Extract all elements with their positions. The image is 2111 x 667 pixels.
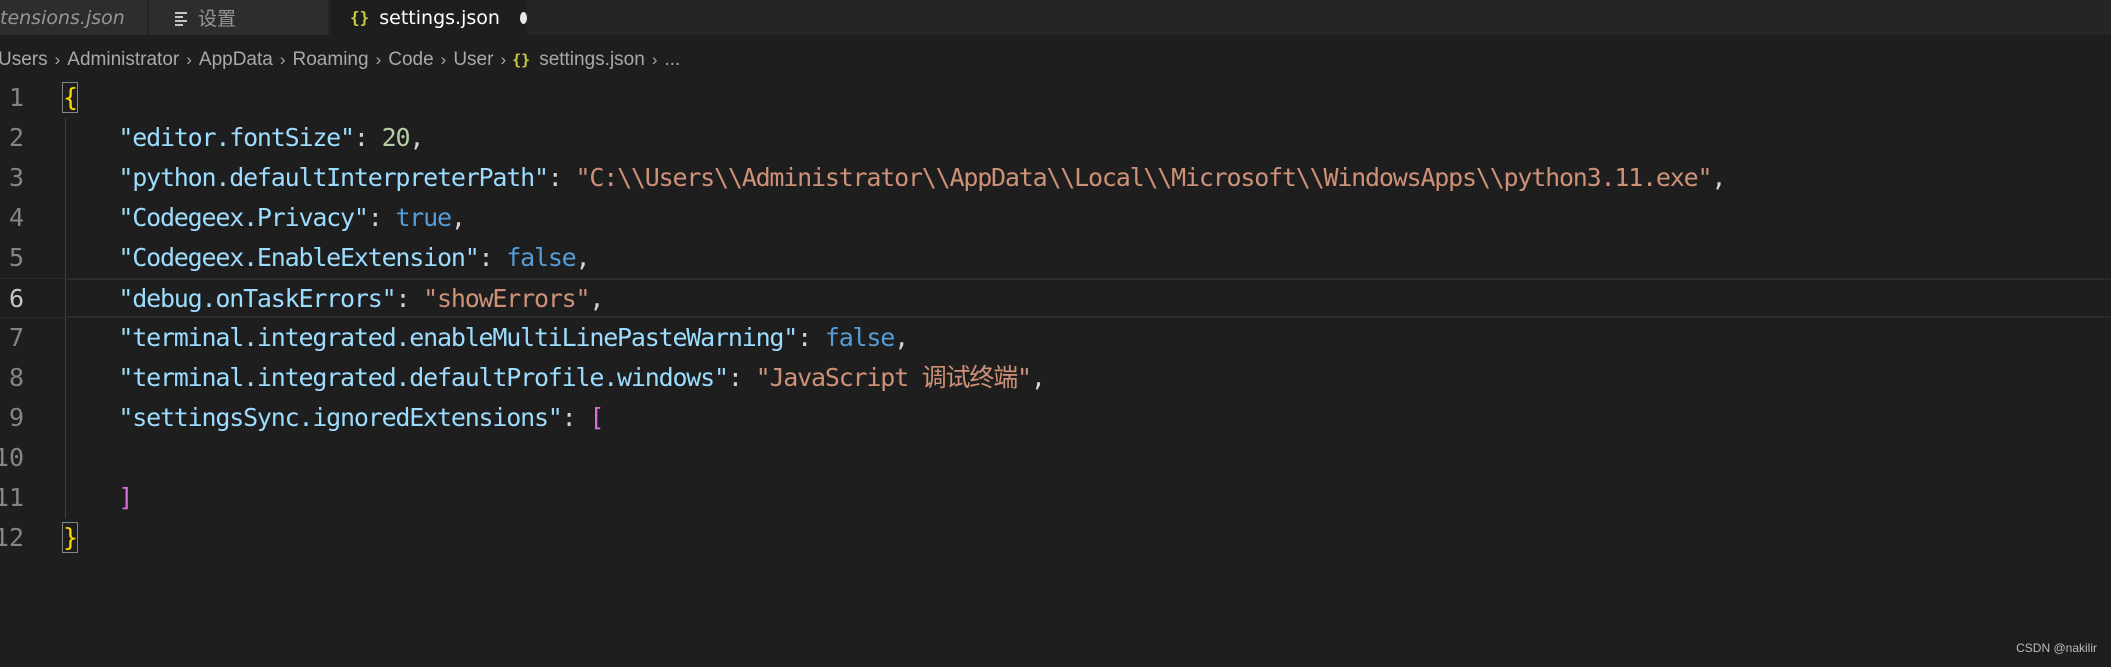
- tab-extensions-json[interactable]: tensions.json: [0, 0, 148, 35]
- chevron-right-icon: ›: [500, 50, 507, 69]
- code-line[interactable]: 4 "Codegeex.Privacy": true,: [0, 198, 2111, 238]
- line-number: 9: [8, 403, 24, 432]
- line-number: 5: [8, 243, 24, 272]
- code-text[interactable]: }: [62, 518, 78, 558]
- code-line[interactable]: 1{: [0, 78, 2111, 118]
- breadcrumb-symbols[interactable]: ...: [663, 49, 681, 71]
- tab-label: 设置: [198, 8, 237, 30]
- code-line[interactable]: 2 "editor.fontSize": 20,: [0, 118, 2111, 158]
- watermark: CSDN @nakilir: [2016, 641, 2097, 655]
- code-text[interactable]: "debug.onTaskErrors": "showErrors",: [63, 279, 604, 319]
- chevron-right-icon: ›: [54, 50, 61, 69]
- code-text[interactable]: "Codegeex.Privacy": true,: [63, 198, 466, 238]
- line-number: 11: [0, 483, 24, 512]
- chevron-right-icon: ›: [440, 50, 447, 69]
- code-line[interactable]: 10: [0, 438, 2111, 478]
- json-braces-icon: {}: [512, 51, 531, 69]
- settings-editor-icon: [175, 11, 189, 26]
- breadcrumb-file[interactable]: settings.json: [538, 49, 646, 71]
- chevron-right-icon: ›: [186, 50, 192, 69]
- code-line[interactable]: 9 "settingsSync.ignoredExtensions": [: [0, 398, 2111, 438]
- tab-label: settings.json: [379, 6, 500, 29]
- code-editor[interactable]: 1{2 "editor.fontSize": 20, 3 "python.defa…: [0, 78, 2111, 638]
- breadcrumb-item[interactable]: Roaming: [292, 49, 370, 71]
- unsaved-dot-icon[interactable]: [519, 11, 527, 24]
- line-number: 4: [8, 203, 24, 232]
- breadcrumb-item[interactable]: User: [452, 49, 494, 71]
- code-line[interactable]: 7 "terminal.integrated.enableMultiLinePa…: [0, 318, 2111, 358]
- line-number: 3: [8, 163, 24, 192]
- line-number: 6: [8, 284, 24, 313]
- chevron-right-icon: ›: [651, 50, 658, 69]
- code-text[interactable]: "editor.fontSize": 20,: [63, 118, 424, 158]
- breadcrumb: Users › Administrator › AppData › Roamin…: [0, 46, 681, 74]
- code-text[interactable]: ]: [63, 478, 133, 518]
- editor-tab-bar: tensions.json 设置 {} settings.json: [0, 0, 2111, 35]
- code-line[interactable]: 11 ]: [0, 478, 2111, 518]
- code-line[interactable]: 6 "debug.onTaskErrors": "showErrors",: [0, 278, 2111, 318]
- tab-label: tensions.json: [0, 6, 125, 29]
- code-line[interactable]: 12}: [0, 518, 2111, 558]
- breadcrumb-item[interactable]: Code: [387, 49, 434, 71]
- code-text[interactable]: "settingsSync.ignoredExtensions": [: [63, 398, 604, 438]
- line-number: 1: [8, 83, 24, 112]
- chevron-right-icon: ›: [375, 50, 382, 69]
- code-line[interactable]: 8 "terminal.integrated.defaultProfile.wi…: [0, 358, 2111, 398]
- breadcrumb-item[interactable]: Administrator: [66, 49, 180, 71]
- code-text[interactable]: "python.defaultInterpreterPath": "C:\\Us…: [63, 158, 1726, 198]
- line-number: 2: [8, 123, 24, 152]
- code-text[interactable]: {: [62, 78, 78, 118]
- code-text[interactable]: "terminal.integrated.defaultProfile.wind…: [63, 358, 1046, 398]
- code-line[interactable]: 3 "python.defaultInterpreterPath": "C:\\…: [0, 158, 2111, 198]
- tab-settings-json[interactable]: {} settings.json: [330, 0, 528, 35]
- code-line[interactable]: 5 "Codegeex.EnableExtension": false,: [0, 238, 2111, 278]
- tab-settings-ui[interactable]: 设置: [149, 0, 329, 35]
- code-text[interactable]: "Codegeex.EnableExtension": false,: [63, 238, 590, 278]
- breadcrumb-item[interactable]: AppData: [198, 49, 274, 71]
- code-text[interactable]: "terminal.integrated.enableMultiLinePast…: [63, 318, 909, 358]
- line-number: 8: [8, 363, 24, 392]
- chevron-right-icon: ›: [279, 50, 286, 69]
- line-number: 7: [8, 323, 24, 352]
- breadcrumb-item[interactable]: Users: [0, 49, 49, 71]
- line-number: 12: [0, 523, 24, 552]
- json-braces-icon: {}: [350, 8, 370, 27]
- line-number: 10: [0, 443, 24, 472]
